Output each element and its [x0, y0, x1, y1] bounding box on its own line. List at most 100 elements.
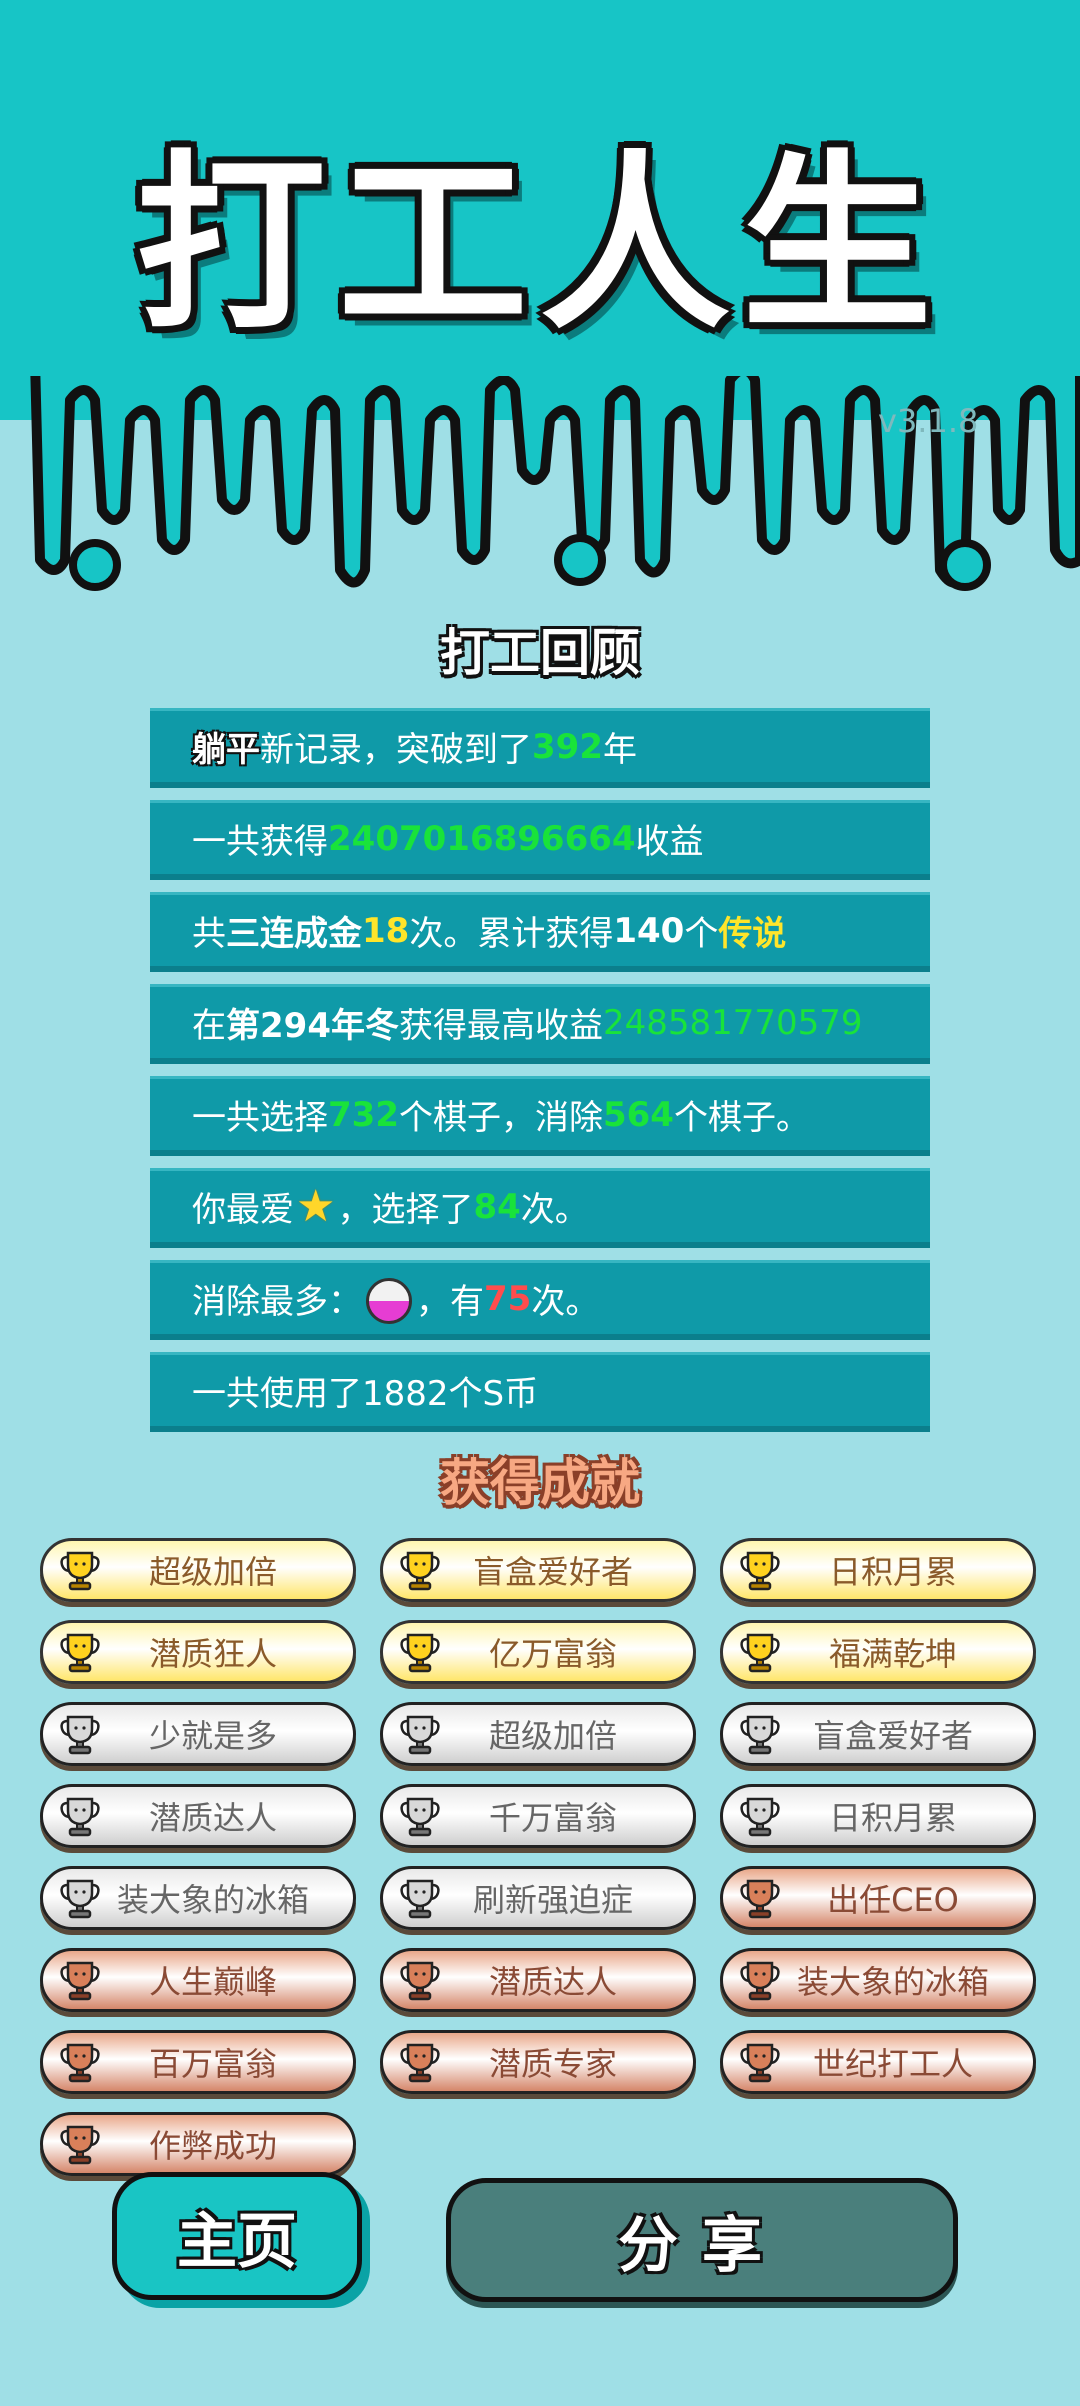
achievement-badge[interactable]: 世纪打工人	[720, 2030, 1036, 2094]
coins-text: 一共使用了1882个S币	[192, 1374, 539, 1414]
achievement-row: 百万富翁 潜质专家 世纪打工人	[40, 2030, 1040, 2094]
trophy-icon	[737, 1793, 783, 1839]
drip-decoration	[0, 360, 1080, 591]
trophy-icon	[397, 1547, 443, 1593]
achievement-badge[interactable]: 超级加倍	[380, 1702, 696, 1766]
favorite-prefix: 你最爱	[192, 1190, 294, 1230]
achievement-badge[interactable]: 百万富翁	[40, 2030, 356, 2094]
achievement-label: 盲盒爱好者	[472, 1553, 633, 1591]
achievement-badge[interactable]: 少就是多	[40, 1702, 356, 1766]
combo-mid: 次。累计获得	[409, 914, 614, 954]
achievement-label: 少就是多	[148, 1717, 277, 1755]
trophy-icon	[57, 2039, 103, 2085]
income-prefix: 一共获得	[192, 822, 328, 862]
pieces-chosen: 732	[328, 1094, 399, 1135]
pieces-suffix: 个棋子。	[673, 1098, 810, 1138]
review-row-most-removed: 消除最多： ，有 75 次。	[150, 1260, 930, 1340]
trophy-icon	[397, 1957, 443, 2003]
achievement-badge[interactable]: 装大象的冰箱	[40, 1866, 356, 1930]
achievement-badge[interactable]: 亿万富翁	[380, 1620, 696, 1684]
achievement-badge[interactable]: 潜质狂人	[40, 1620, 356, 1684]
trophy-icon	[397, 1629, 443, 1675]
max-mid: 获得最高收益	[398, 1006, 603, 1046]
favorite-count: 84	[473, 1186, 521, 1227]
achievement-label: 人生巅峰	[148, 1963, 277, 2001]
trophy-icon	[737, 1547, 783, 1593]
review-row-favorite: 你最爱 ★ ，选择了 84 次。	[150, 1168, 930, 1248]
achievement-row: 潜质达人 千万富翁 日积月累	[40, 1784, 1040, 1848]
achievement-badge[interactable]: 日积月累	[720, 1784, 1036, 1848]
achievement-badge[interactable]: 出任CEO	[720, 1866, 1036, 1930]
trophy-icon	[57, 1957, 103, 2003]
removed-mid: ，有	[416, 1282, 484, 1322]
achievement-label: 亿万富翁	[488, 1635, 617, 1673]
trophy-icon	[57, 1629, 103, 1675]
achievement-label: 超级加倍	[488, 1717, 617, 1755]
share-button[interactable]: 分享	[446, 2178, 958, 2302]
achievement-badge[interactable]: 潜质达人	[380, 1948, 696, 2012]
max-prefix: 在	[192, 1006, 226, 1046]
achievement-label: 装大象的冰箱	[796, 1963, 989, 2001]
review-row-coins: 一共使用了1882个S币	[150, 1352, 930, 1432]
legend-label: 传说	[718, 914, 787, 954]
achievements-title: 获得成就	[440, 1454, 640, 1512]
achievement-badge[interactable]: 人生巅峰	[40, 1948, 356, 2012]
review-row-max-income: 在 第294年冬 获得最高收益 248581770579	[150, 984, 930, 1064]
achievement-label: 潜质狂人	[148, 1635, 277, 1673]
review-list: 躺平 新记录，突破到了 392 年 一共获得 2407016896664 收益 …	[150, 708, 930, 1444]
achievement-badge[interactable]: 刷新强迫症	[380, 1866, 696, 1930]
trophy-icon	[57, 1875, 103, 1921]
achievement-label: 福满乾坤	[828, 1635, 957, 1673]
app-title: 打工人生	[135, 134, 944, 355]
achievement-badge[interactable]: 千万富翁	[380, 1784, 696, 1848]
achievement-row: 人生巅峰 潜质达人 装大象的冰箱	[40, 1948, 1040, 2012]
achievement-label: 盲盒爱好者	[812, 1717, 973, 1755]
achievement-badge[interactable]: 日积月累	[720, 1538, 1036, 1602]
trophy-icon	[57, 1711, 103, 1757]
trophy-icon	[397, 1793, 443, 1839]
achievement-label: 刷新强迫症	[472, 1881, 633, 1919]
achievement-row: 装大象的冰箱 刷新强迫症 出任CEO	[40, 1866, 1040, 1930]
trophy-icon	[57, 1793, 103, 1839]
record-suffix: 年	[602, 730, 637, 770]
star-icon: ★	[296, 1181, 336, 1232]
trophy-icon	[397, 2039, 443, 2085]
achievement-label: 千万富翁	[488, 1799, 617, 1837]
achievement-label: 百万富翁	[148, 2045, 277, 2083]
achievement-badge[interactable]: 作弊成功	[40, 2112, 356, 2176]
review-row-pieces: 一共选择 732 个棋子，消除 564 个棋子。	[150, 1076, 930, 1156]
achievement-label: 作弊成功	[148, 2127, 277, 2165]
income-value: 2407016896664	[328, 818, 636, 859]
pieces-mid: 个棋子，消除	[398, 1098, 603, 1138]
achievement-badge[interactable]: 福满乾坤	[720, 1620, 1036, 1684]
max-income-value: 248581770579	[602, 1002, 863, 1043]
removed-count: 75	[484, 1278, 532, 1319]
income-suffix: 收益	[635, 822, 704, 862]
trophy-icon	[737, 2039, 783, 2085]
achievement-row: 少就是多 超级加倍 盲盒爱好者	[40, 1702, 1040, 1766]
favorite-mid: ，选择了	[337, 1190, 474, 1230]
home-button[interactable]: 主页	[112, 2172, 362, 2300]
achievement-label: 出任CEO	[827, 1881, 959, 1919]
review-row-income: 一共获得 2407016896664 收益	[150, 800, 930, 880]
record-text: 新记录，突破到了	[260, 730, 532, 770]
achievement-label: 装大象的冰箱	[116, 1881, 309, 1919]
achievement-label: 日积月累	[828, 1553, 957, 1591]
achievement-row: 作弊成功	[40, 2112, 1040, 2176]
combo-prefix: 共	[192, 914, 226, 954]
achievement-badge[interactable]: 潜质专家	[380, 2030, 696, 2094]
achievement-badge[interactable]: 盲盒爱好者	[720, 1702, 1036, 1766]
achievement-badge[interactable]: 潜质达人	[40, 1784, 356, 1848]
achievement-badge[interactable]: 盲盒爱好者	[380, 1538, 696, 1602]
removed-prefix: 消除最多：	[192, 1282, 362, 1322]
trophy-icon	[737, 1875, 783, 1921]
trophy-icon	[397, 1875, 443, 1921]
max-season: 第294年冬	[226, 1006, 399, 1046]
achievement-row: 潜质狂人 亿万富翁 福满乾坤	[40, 1620, 1040, 1684]
achievement-label: 潜质达人	[148, 1799, 277, 1837]
achievement-badge[interactable]: 装大象的冰箱	[720, 1948, 1036, 2012]
trophy-icon	[737, 1957, 783, 2003]
record-years: 392	[532, 726, 603, 767]
trophy-icon	[397, 1711, 443, 1757]
achievement-badge[interactable]: 超级加倍	[40, 1538, 356, 1602]
